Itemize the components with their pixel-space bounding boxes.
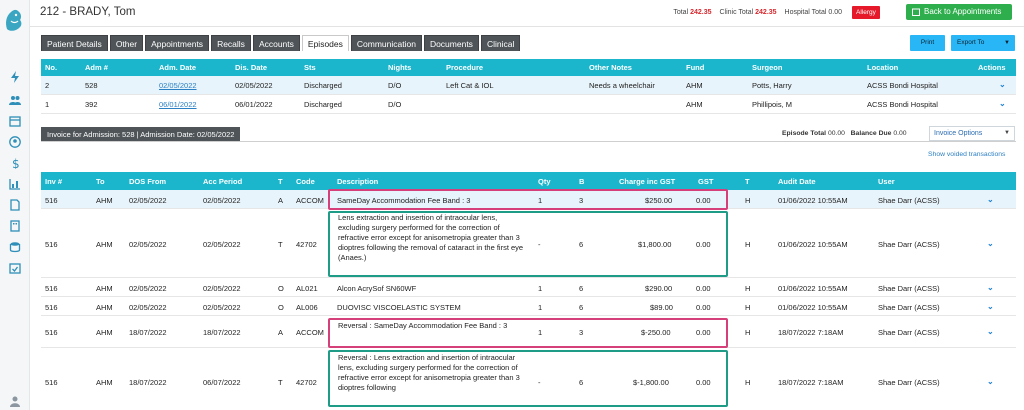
chevron-down-icon[interactable]: ⌄ — [999, 99, 1006, 108]
admission-row[interactable]: 2 528 02/05/2022 02/05/2022 Discharged D… — [41, 76, 1016, 95]
tab-episodes[interactable]: Episodes — [301, 35, 349, 51]
calendar-check-icon[interactable] — [7, 261, 23, 275]
building-icon[interactable] — [7, 219, 23, 233]
chevron-down-icon[interactable]: ⌄ — [987, 377, 994, 386]
tab-communication[interactable]: Communication — [350, 35, 422, 51]
total-value: 242.35 — [690, 9, 712, 16]
user-circle-icon[interactable] — [7, 135, 23, 149]
tab-documents[interactable]: Documents — [423, 35, 479, 51]
invoice-header: Invoice for Admission: 528 | Admission D… — [41, 127, 241, 142]
transaction-row[interactable]: 516 AHM 02/05/2022 02/05/2022 A ACCOM Sa… — [41, 190, 1016, 209]
users-icon[interactable] — [7, 93, 23, 107]
user-profile-icon[interactable] — [7, 394, 23, 408]
chevron-down-icon: ▼ — [1004, 130, 1010, 136]
document-icon[interactable] — [7, 198, 23, 212]
admission-date-link[interactable]: 02/05/2022 — [159, 81, 197, 90]
admission-date-link[interactable]: 06/01/2022 — [159, 100, 197, 109]
invoice-options-select[interactable]: Invoice Options ▼ — [929, 126, 1015, 141]
sidebar: $ — [0, 0, 30, 410]
show-voided-link[interactable]: Show voided transactions — [928, 151, 1005, 158]
transaction-row[interactable]: 516 AHM 18/07/2022 06/07/2022 T 42702 Re… — [41, 348, 1016, 410]
admission-row[interactable]: 1 392 06/01/2022 06/01/2022 Discharged D… — [41, 95, 1016, 114]
chevron-down-icon[interactable]: ⌄ — [987, 327, 994, 336]
export-to-button[interactable]: Export To ▼ — [951, 35, 1015, 51]
chevron-down-icon[interactable]: ⌄ — [999, 80, 1006, 89]
episode-totals: Episode Total 00.00 Balance Due 0.00 — [782, 130, 907, 137]
dollar-icon[interactable]: $ — [7, 156, 23, 170]
database-icon[interactable] — [7, 240, 23, 254]
tab-recalls[interactable]: Recalls — [211, 35, 251, 51]
svg-text:$: $ — [12, 157, 20, 169]
app-logo-icon[interactable] — [3, 7, 25, 33]
tab-patient-details[interactable]: Patient Details — [41, 35, 108, 51]
transactions-header: Inv # To DOS From Acc Period T Code Desc… — [41, 172, 1016, 190]
divider — [41, 141, 1016, 142]
chevron-down-icon[interactable]: ⌄ — [987, 283, 994, 292]
patient-tabs: Patient Details Other Appointments Recal… — [41, 35, 521, 51]
transaction-row[interactable]: 516 AHM 02/05/2022 02/05/2022 T 42702 Le… — [41, 209, 1016, 278]
chevron-down-icon[interactable]: ⌄ — [987, 239, 994, 248]
print-button[interactable]: Print — [910, 35, 945, 51]
allergy-badge[interactable]: Allergy — [852, 6, 880, 19]
main-panel: 212 - BRADY, Tom Total 242.35 Clinic Tot… — [30, 0, 1024, 410]
totals-summary: Total 242.35 Clinic Total 242.35 Hospita… — [673, 9, 842, 16]
calendar-icon — [912, 8, 920, 16]
tab-other[interactable]: Other — [109, 35, 144, 51]
back-to-appointments-button[interactable]: Back to Appointments — [906, 4, 1012, 20]
admissions-header: No. Adm # Adm. Date Dis. Date Sts Nights… — [41, 59, 1016, 76]
patient-title: 212 - BRADY, Tom — [40, 6, 136, 18]
chevron-down-icon[interactable]: ⌄ — [987, 302, 994, 311]
flash-icon[interactable] — [7, 70, 23, 84]
calendar-icon[interactable] — [7, 114, 23, 128]
transaction-row[interactable]: 516 AHM 18/07/2022 18/07/2022 A ACCOM Re… — [41, 316, 1016, 348]
transaction-row[interactable]: 516 AHM 02/05/2022 02/05/2022 O AL006 DU… — [41, 297, 1016, 316]
clinic-total-value: 242.35 — [755, 9, 777, 16]
chart-icon[interactable] — [7, 177, 23, 191]
top-bar: 212 - BRADY, Tom Total 242.35 Clinic Tot… — [30, 0, 1024, 27]
tab-clinical[interactable]: Clinical — [480, 35, 521, 51]
hospital-total-value: 0.00 — [828, 9, 842, 16]
tab-appointments[interactable]: Appointments — [145, 35, 210, 51]
transaction-row[interactable]: 516 AHM 02/05/2022 02/05/2022 O AL021 Al… — [41, 278, 1016, 297]
tab-accounts[interactable]: Accounts — [252, 35, 300, 51]
chevron-down-icon[interactable]: ⌄ — [987, 195, 994, 204]
chevron-down-icon: ▼ — [1004, 40, 1010, 46]
